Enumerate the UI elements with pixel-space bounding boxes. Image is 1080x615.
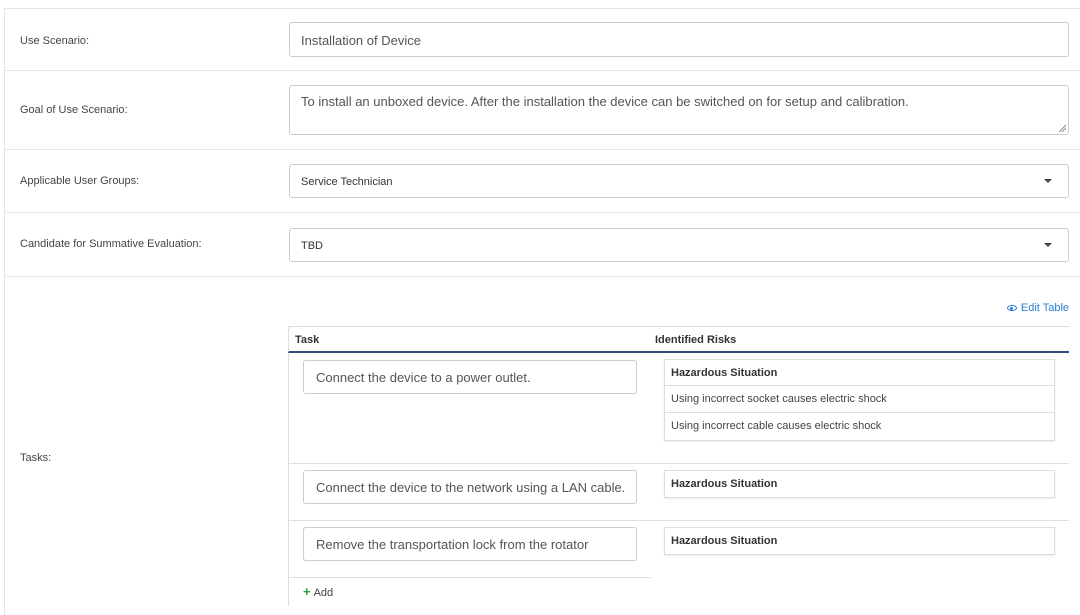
summative-select[interactable]: TBD bbox=[289, 228, 1069, 262]
goal-label: Goal of Use Scenario: bbox=[20, 104, 128, 116]
risk-item[interactable]: Using incorrect socket causes electric s… bbox=[665, 386, 1054, 413]
chevron-down-icon bbox=[1044, 243, 1052, 247]
risk-header: Hazardous Situation bbox=[671, 535, 778, 547]
add-label: Add bbox=[313, 587, 334, 599]
table-row: Connect the device to the network using … bbox=[288, 464, 1069, 521]
risk-header: Hazardous Situation bbox=[671, 478, 778, 490]
summative-value: TBD bbox=[301, 240, 323, 252]
tasks-label: Tasks: bbox=[20, 452, 52, 464]
goal-value: To install an unboxed device. After the … bbox=[301, 94, 909, 109]
task-text: Remove the transportation lock from the … bbox=[316, 537, 589, 552]
risk-box: Hazardous Situation bbox=[664, 470, 1055, 498]
risk-item[interactable]: Using incorrect cable causes electric sh… bbox=[665, 413, 1054, 440]
risk-box: Hazardous Situation bbox=[664, 527, 1055, 555]
task-text: Connect the device to the network using … bbox=[316, 480, 626, 495]
summative-label: Candidate for Summative Evaluation: bbox=[20, 238, 202, 250]
table-header: Task Identified Risks bbox=[288, 326, 1069, 353]
add-task-button[interactable]: + Add bbox=[303, 584, 333, 599]
task-text: Connect the device to a power outlet. bbox=[316, 370, 531, 385]
user-groups-select[interactable]: Service Technician bbox=[289, 164, 1069, 198]
plus-icon: + bbox=[303, 584, 311, 599]
goal-textarea[interactable]: To install an unboxed device. After the … bbox=[289, 85, 1069, 135]
use-scenario-label: Use Scenario: bbox=[20, 35, 90, 47]
add-cell: + Add bbox=[288, 578, 651, 606]
risk-header: Hazardous Situation bbox=[665, 360, 1054, 386]
chevron-down-icon bbox=[1044, 179, 1052, 183]
resize-handle-icon[interactable] bbox=[1058, 124, 1066, 132]
edit-table-link[interactable]: Edit Table bbox=[1006, 302, 1069, 314]
task-cell: Connect the device to the network using … bbox=[288, 464, 651, 521]
col-risks-header: Identified Risks bbox=[655, 334, 737, 346]
task-input[interactable]: Connect the device to the network using … bbox=[303, 470, 637, 504]
col-task-header: Task bbox=[295, 334, 320, 346]
eye-icon bbox=[1006, 305, 1017, 312]
task-input[interactable]: Connect the device to a power outlet. bbox=[303, 360, 637, 394]
risk-box: Hazardous Situation Using incorrect sock… bbox=[664, 359, 1055, 441]
task-cell: Connect the device to a power outlet. bbox=[288, 353, 651, 464]
use-scenario-input[interactable]: Installation of Device bbox=[289, 22, 1069, 57]
task-input[interactable]: Remove the transportation lock from the … bbox=[303, 527, 637, 561]
table-row: Connect the device to a power outlet. Ha… bbox=[288, 353, 1069, 464]
task-cell: Remove the transportation lock from the … bbox=[288, 521, 651, 578]
tasks-table: Task Identified Risks Connect the device… bbox=[288, 326, 1069, 606]
user-groups-value: Service Technician bbox=[301, 176, 393, 188]
edit-table-label: Edit Table bbox=[1020, 302, 1069, 314]
use-scenario-value: Installation of Device bbox=[301, 33, 421, 48]
user-groups-label: Applicable User Groups: bbox=[20, 175, 140, 187]
table-row: Remove the transportation lock from the … bbox=[288, 521, 1069, 578]
